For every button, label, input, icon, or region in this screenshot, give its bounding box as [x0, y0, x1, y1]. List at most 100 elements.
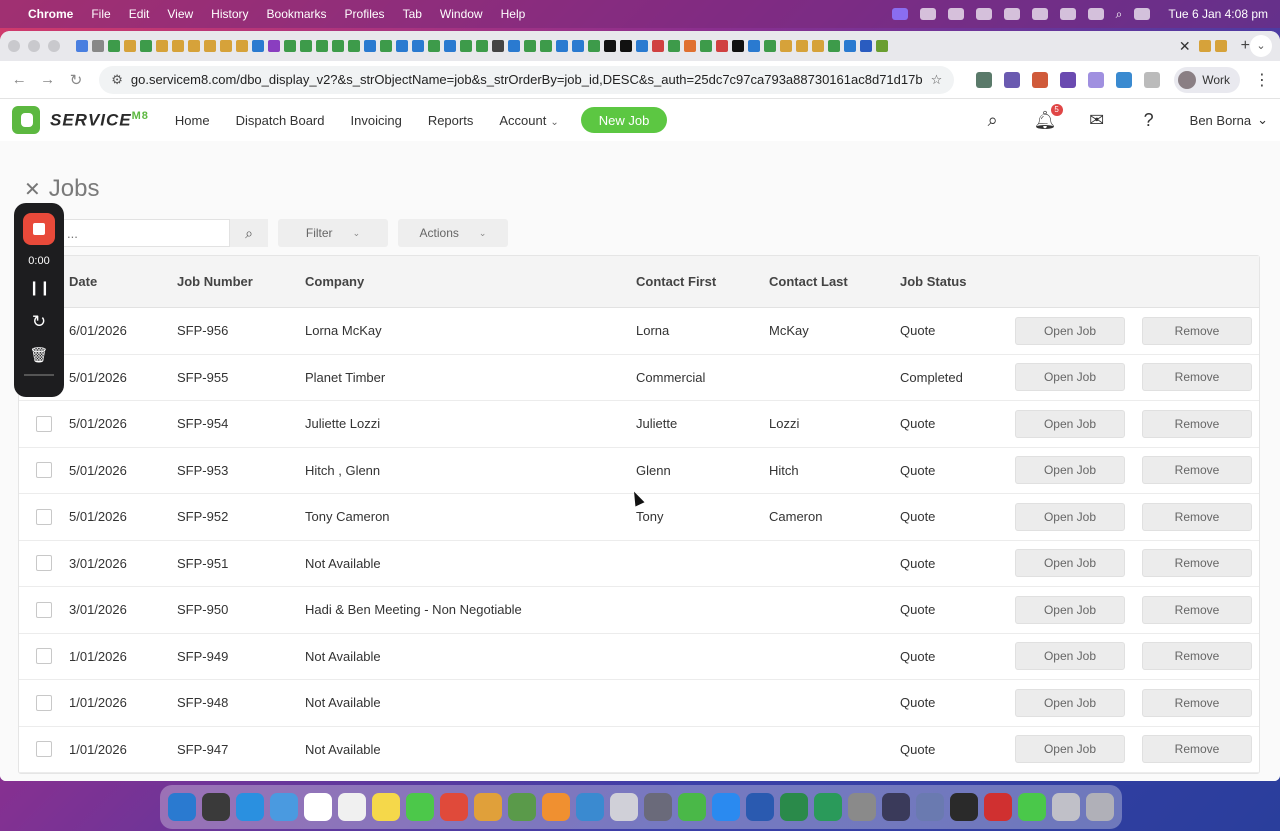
numbers-icon[interactable] — [678, 793, 706, 821]
table-row[interactable]: 1/01/2026 SFP-949 Not Available Quote Open J… — [19, 634, 1259, 680]
tab-favicon-icon[interactable] — [524, 40, 536, 52]
tab-favicon-icon[interactable] — [764, 40, 776, 52]
servicem8-logo-text[interactable]: SERVICEM8 — [50, 110, 149, 131]
header-contact-first[interactable]: Contact First — [636, 274, 769, 289]
tab-favicon-icon[interactable] — [188, 40, 200, 52]
remove-button[interactable]: Remove — [1142, 688, 1252, 717]
tab-favicon-icon[interactable] — [236, 40, 248, 52]
tab-favicon-icon[interactable] — [300, 40, 312, 52]
table-row[interactable]: 6/01/2026 SFP-956 Lorna McKay Lorna McKay Quo… — [19, 308, 1259, 355]
keynote-icon[interactable] — [576, 793, 604, 821]
gmail-extension-icon[interactable] — [1032, 71, 1049, 88]
tab-search-chevron-icon[interactable]: ⌄ — [1250, 35, 1272, 57]
wifi-icon[interactable] — [1087, 8, 1104, 20]
preview-icon[interactable] — [916, 793, 944, 821]
word-icon[interactable] — [746, 793, 774, 821]
select-checkbox[interactable] — [36, 694, 52, 711]
open-job-button[interactable]: Open Job — [1015, 595, 1125, 624]
mail-icon[interactable] — [270, 793, 298, 821]
tab-favicon-icon[interactable] — [572, 40, 584, 52]
hash-icon[interactable] — [975, 8, 992, 20]
select-checkbox[interactable] — [36, 508, 52, 525]
table-row[interactable]: 1/01/2026 SFP-948 Not Available Quote Open J… — [19, 680, 1259, 727]
remove-button[interactable]: Remove — [1142, 456, 1252, 485]
tab-favicon-icon[interactable] — [332, 40, 344, 52]
tab-favicon-icon[interactable] — [316, 40, 328, 52]
extension-icon[interactable] — [1116, 71, 1133, 88]
tab-favicon-icon[interactable] — [732, 40, 744, 52]
messages-icon[interactable] — [406, 793, 434, 821]
open-job-button[interactable]: Open Job — [1015, 316, 1125, 345]
tab-favicon-icon[interactable] — [252, 40, 264, 52]
close-window-icon[interactable] — [8, 40, 20, 52]
tab-favicon-icon[interactable] — [1198, 40, 1211, 52]
select-checkbox[interactable] — [36, 741, 52, 758]
search-icon[interactable]: ⌕ — [1116, 7, 1123, 22]
tab-favicon-icon[interactable] — [444, 40, 456, 52]
system-settings-icon[interactable] — [848, 793, 876, 821]
open-job-button[interactable]: Open Job — [1015, 735, 1125, 764]
reload-icon[interactable]: ↻ — [67, 71, 85, 89]
tab-favicon-icon[interactable] — [428, 40, 440, 52]
minimize-window-icon[interactable] — [28, 40, 40, 52]
terminal-icon[interactable] — [1003, 8, 1020, 20]
table-row[interactable]: 3/01/2026 SFP-951 Not Available Quote Open J… — [19, 541, 1259, 587]
new-tab-icon[interactable]: + — [1241, 37, 1250, 55]
maximize-window-icon[interactable] — [48, 40, 60, 52]
select-checkbox[interactable] — [36, 462, 52, 479]
tab-favicon-icon[interactable] — [844, 40, 856, 52]
tab-favicon-icon[interactable] — [748, 40, 760, 52]
profile-button[interactable]: Work — [1174, 66, 1241, 93]
tab-favicon-icon[interactable] — [396, 40, 408, 52]
site-info-icon[interactable]: ⚙ — [111, 72, 123, 88]
extension-icon[interactable] — [976, 71, 993, 88]
menu-profiles[interactable]: Profiles — [345, 7, 385, 21]
tab-favicon-icon[interactable] — [140, 40, 152, 52]
header-date[interactable]: Date — [69, 274, 177, 289]
notification-bell-icon[interactable]: 🔔︎ 5 — [1034, 104, 1063, 131]
acrobat-icon[interactable] — [984, 793, 1012, 821]
select-checkbox[interactable] — [36, 555, 52, 572]
screen-record-icon[interactable] — [891, 8, 908, 20]
inbox-icon[interactable]: ✉︎ — [1086, 109, 1108, 131]
help-icon[interactable]: ? — [1138, 109, 1160, 131]
extension-icon[interactable] — [1004, 71, 1021, 88]
table-row[interactable]: 3/01/2026 SFP-950 Hadi & Ben Meeting - Non… — [19, 587, 1259, 634]
actions-dropdown[interactable]: Actions ⌄ — [398, 219, 508, 247]
table-row[interactable]: 5/01/2026 SFP-953 Hitch , Glenn Glenn Hitch Q… — [19, 448, 1259, 494]
spreadsheet-icon[interactable] — [610, 793, 638, 821]
calendar-icon[interactable] — [304, 793, 332, 821]
tab-favicon-icon[interactable] — [604, 40, 616, 52]
app-icon[interactable] — [814, 793, 842, 821]
tab-favicon-icon[interactable] — [812, 40, 824, 52]
tab-favicon-icon[interactable] — [780, 40, 792, 52]
stop-recording-button[interactable] — [23, 213, 55, 245]
row-checkbox[interactable] — [19, 555, 69, 572]
menu-help[interactable]: Help — [501, 7, 526, 21]
phone-icon[interactable] — [1018, 793, 1046, 821]
row-checkbox[interactable] — [19, 601, 69, 618]
trash-icon[interactable] — [1086, 793, 1114, 821]
tab-favicon-icon[interactable] — [636, 40, 648, 52]
nav-account[interactable]: Account ⌄ — [499, 113, 558, 128]
tool-icon[interactable] — [644, 793, 672, 821]
row-checkbox[interactable] — [19, 508, 69, 525]
remove-button[interactable]: Remove — [1142, 549, 1252, 578]
tab-favicon-icon[interactable] — [684, 40, 696, 52]
row-checkbox[interactable] — [19, 648, 69, 665]
control-center-icon[interactable] — [1134, 8, 1151, 20]
menubar-clock[interactable]: Tue 6 Jan 4:08 pm — [1168, 7, 1268, 21]
active-tab-favicon-icon[interactable] — [876, 40, 888, 52]
address-bar[interactable]: ⚙ go.servicem8.com/dbo_display_v2?&s_str… — [99, 65, 955, 94]
extension-icon[interactable] — [1088, 71, 1105, 88]
tab-favicon-icon[interactable] — [668, 40, 680, 52]
app-store-icon[interactable] — [712, 793, 740, 821]
select-checkbox[interactable] — [36, 415, 52, 432]
servicem8-logo-icon[interactable] — [12, 106, 40, 134]
row-checkbox[interactable] — [19, 694, 69, 711]
safari-icon[interactable] — [236, 793, 264, 821]
chrome-icon[interactable] — [440, 793, 468, 821]
header-job-number[interactable]: Job Number — [177, 274, 305, 289]
search-input[interactable] — [58, 219, 230, 247]
select-checkbox[interactable] — [36, 601, 52, 618]
